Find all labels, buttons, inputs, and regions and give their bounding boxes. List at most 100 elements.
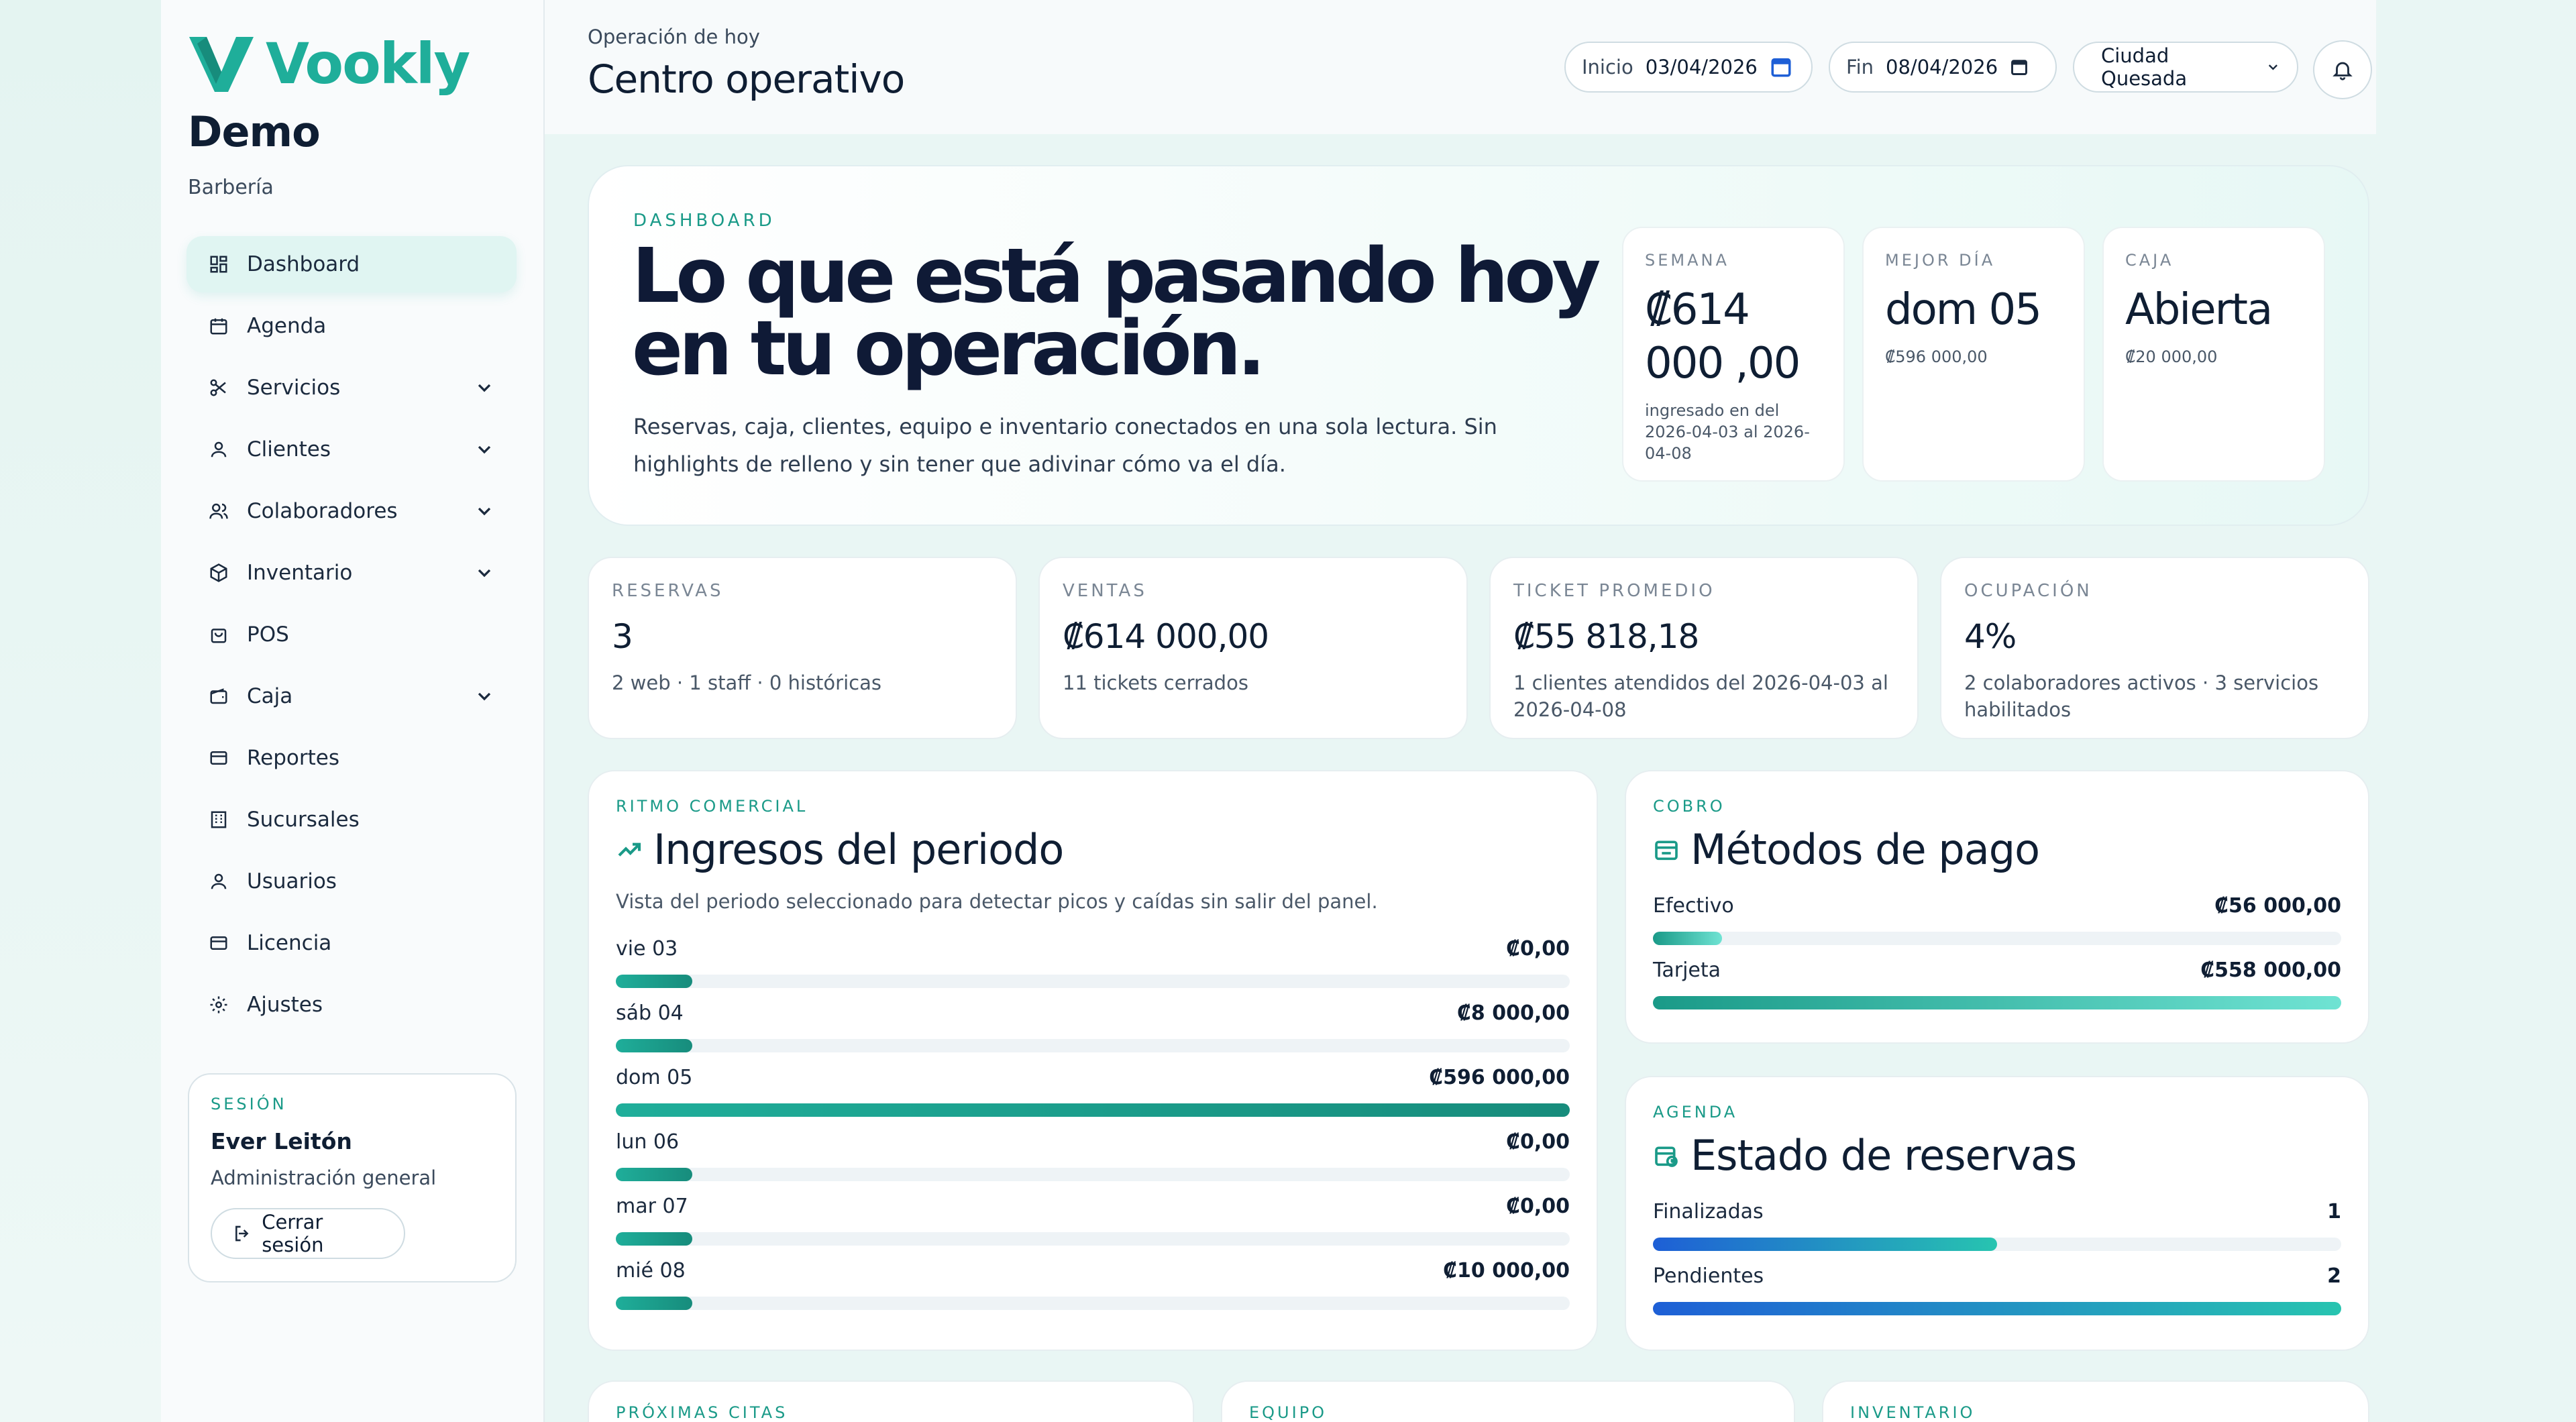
sidebar-item-usuarios[interactable]: Usuarios [186,853,517,910]
sidebar-item-ajustes[interactable]: Ajustes [186,977,517,1033]
summary-card-sub: ingresado en del 2026-04-03 al 2026-04-0… [1645,401,1810,463]
breadcrumb: Operación de hoy [588,25,760,48]
logout-icon [235,1225,249,1242]
summary-card-label: MEJOR DÍA [1885,251,1996,270]
kpi-value: ₡55 818,18 [1513,617,1699,656]
bar-track [616,1103,1570,1117]
sidebar-item-label: Clientes [247,437,331,461]
business-name: Demo [188,107,321,156]
kpi-value: 4% [1964,617,2017,656]
card-tag: EQUIPO [1249,1403,1328,1422]
end-date-field[interactable]: Fin 08/04/2026 [1829,42,2057,93]
sidebar: Vookly Demo Barbería Dashboard Agenda Serv… [161,0,545,1422]
calendar-picker-icon[interactable] [2010,58,2029,76]
sidebar-item-reportes[interactable]: Reportes [186,730,517,786]
bar-label: mar 07 [616,1195,688,1218]
chevron-down-icon[interactable] [474,686,495,707]
income-row: vie 03 ₡0,00 [616,937,1570,1001]
bar-fill [616,975,692,988]
income-row: mié 08 ₡10 000,00 [616,1259,1570,1323]
summary-card-week: SEMANA ₡614 000 ,00 ingresado en del 202… [1622,227,1845,482]
sidebar-item-licencia[interactable]: Licencia [186,915,517,971]
bar-label: Pendientes [1653,1264,1764,1288]
chevron-down-icon[interactable] [474,500,495,522]
sidebar-item-sucursales[interactable]: Sucursales [186,791,517,848]
end-date-value[interactable]: 08/04/2026 [1886,56,1998,78]
bar-track [1653,996,2341,1009]
sidebar-item-pos[interactable]: POS [186,606,517,663]
sidebar-item-dashboard[interactable]: Dashboard [186,236,517,292]
bar-label: sáb 04 [616,1001,684,1025]
card-title: Estado de reservas [1653,1131,2341,1180]
chevron-down-icon[interactable] [474,562,495,584]
bar-track [616,1039,1570,1052]
bar-track [616,975,1570,988]
summary-card-value: dom 05 [1885,285,2042,335]
users-icon [208,500,229,522]
hero-title: Lo que está pasando hoy en tu operación. [632,233,1601,392]
chevron-down-icon[interactable] [474,439,495,460]
bar-track [1653,1302,2341,1315]
bar-value: ₡596 000,00 [1429,1066,1570,1089]
hero-description: Reservas, caja, clientes, equipo e inven… [633,414,1497,477]
brand-logo[interactable]: Vookly [186,27,470,101]
kpi-label: OCUPACIÓN [1964,581,2092,601]
card-description: Vista del periodo seleccionado para dete… [616,890,1378,913]
bookings-row: Finalizadas 1 [1653,1200,2341,1264]
card-tag: RITMO COMERCIAL [616,797,808,816]
sidebar-item-clientes[interactable]: Clientes [186,421,517,478]
bar-value: ₡56 000,00 [2214,894,2341,918]
sidebar-item-caja[interactable]: Caja [186,668,517,724]
session-label: SESIÓN [211,1095,287,1113]
bar-label: mié 08 [616,1259,686,1282]
bar-fill [1653,932,1722,945]
bar-fill [616,1103,1570,1117]
bar-fill [616,1232,692,1246]
wallet-icon [1655,840,1678,860]
payment-methods-card: COBRO Métodos de pago Efectivo ₡56 000,00… [1625,770,2369,1044]
logout-label: Cerrar sesión [262,1211,324,1256]
kpi-sub: 1 clientes atendidos del 2026-04-03 al 2… [1513,671,1888,721]
user-icon [208,439,229,460]
start-date-field[interactable]: Inicio 03/04/2026 [1564,42,1813,93]
summary-card-label: SEMANA [1645,251,1729,270]
booking-bars: Finalizadas 1 Pendientes 2 [1653,1200,2341,1329]
chevron-down-icon [2269,64,2278,70]
start-date-value[interactable]: 03/04/2026 [1646,56,1758,78]
logout-button[interactable]: Cerrar sesión [211,1208,405,1259]
sidebar-item-label: Colaboradores [247,499,398,523]
summary-card-cash: CAJA Abierta ₡20 000,00 [2102,227,2325,482]
bar-fill [616,1039,692,1052]
bar-value: ₡558 000,00 [2200,959,2341,982]
bar-track [616,1232,1570,1246]
sidebar-item-label: Servicios [247,376,341,400]
hero-panel: DASHBOARD Lo que está pasando hoy en tu … [588,165,2369,526]
calendar-picker-icon[interactable] [1770,56,1792,78]
card-title: Ingresos del periodo [616,825,1570,874]
sidebar-nav: Dashboard Agenda Servicios Clientes Colabora… [186,236,517,1038]
card-title-text: Ingresos del periodo [653,825,1064,874]
sidebar-item-label: Usuarios [247,869,337,893]
sidebar-item-label: Agenda [247,314,327,338]
sidebar-item-agenda[interactable]: Agenda [186,298,517,354]
card-title: Métodos de pago [1653,825,2341,874]
start-date-label: Inicio [1582,56,1633,78]
chevron-down-icon[interactable] [474,377,495,398]
kpi-card-occupancy: OCUPACIÓN 4% 2 colaboradores activos · 3… [1940,557,2369,739]
card-tag: COBRO [1653,797,1725,816]
session-user-role: Administración general [211,1166,437,1189]
trending-up-icon [618,842,641,857]
sidebar-item-servicios[interactable]: Servicios [186,360,517,416]
payments-row: Efectivo ₡56 000,00 [1653,894,2341,959]
branch-select[interactable]: Ciudad Quesada [2073,42,2298,93]
hero-tag: DASHBOARD [633,211,775,231]
sidebar-item-colaboradores[interactable]: Colaboradores [186,483,517,539]
topbar: Operación de hoy Centro operativo Inicio… [545,0,2376,134]
user-icon [208,871,229,892]
notifications-button[interactable] [2313,40,2372,99]
sidebar-item-label: Caja [247,684,293,708]
calendar-icon [208,315,229,337]
bar-value: 2 [2327,1264,2341,1288]
sidebar-item-inventario[interactable]: Inventario [186,545,517,601]
bar-track [616,1297,1570,1310]
